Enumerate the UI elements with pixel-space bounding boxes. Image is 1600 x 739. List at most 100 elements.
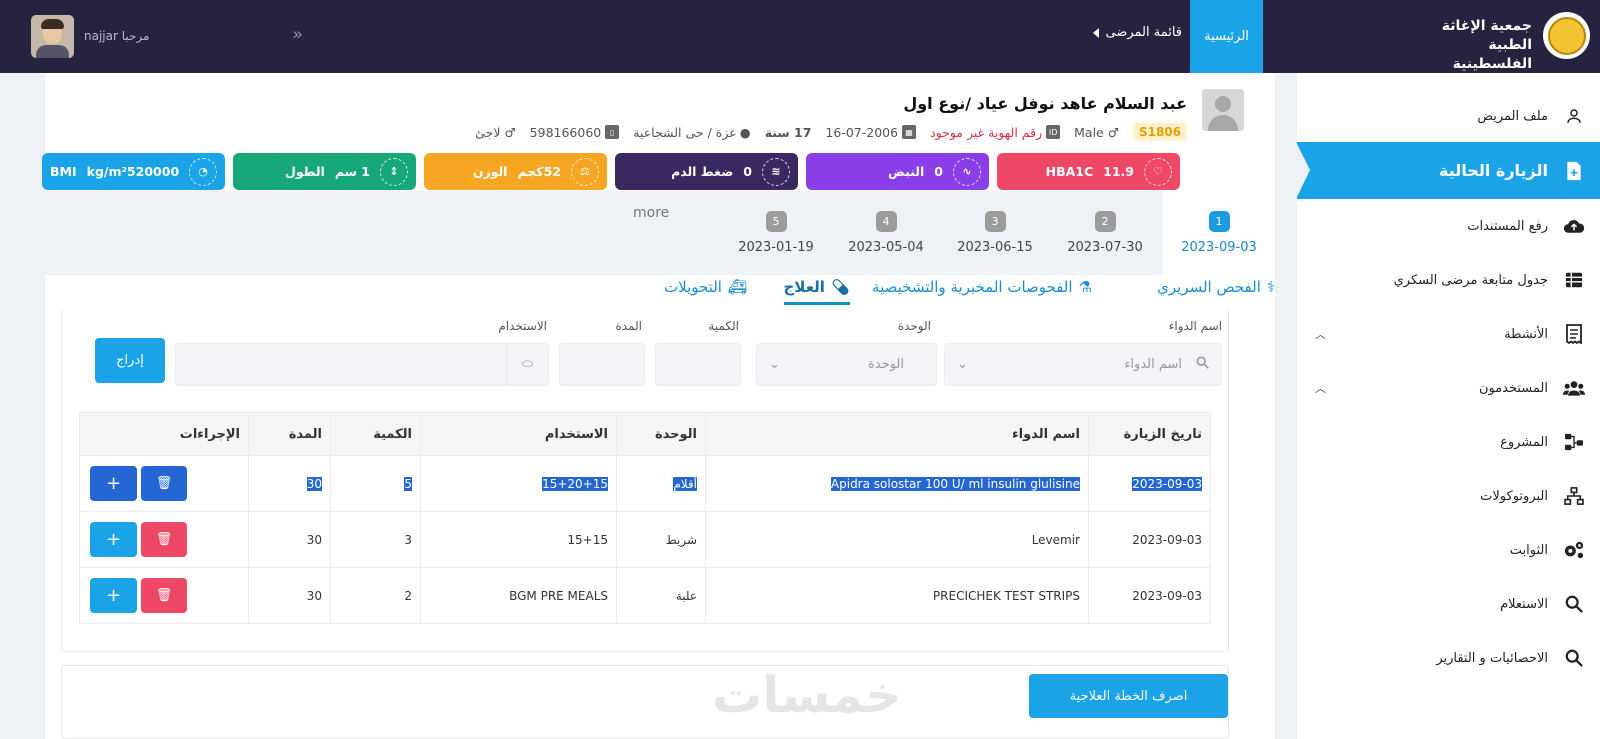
visits-more-link[interactable]: more <box>633 205 669 221</box>
drug-name-select[interactable]: اسم الدواء ⌄ <box>944 343 1222 386</box>
visit-item[interactable]: 3 2023-06-15 <box>939 191 1051 275</box>
id-status-text: رقم الهوية غير موجود <box>930 124 1043 140</box>
vital-hba1c: ♡ 11.9 HBA1C <box>997 153 1180 190</box>
sidebar-item-diabetes-followup[interactable]: جدول متابعة مرضى السكري <box>1297 253 1600 307</box>
sidebar-item-protocols[interactable]: البروتوكولات <box>1297 469 1600 523</box>
height-icon: ↕ <box>380 157 408 186</box>
visit-item[interactable]: 5 2023-01-19 <box>720 191 832 275</box>
watermark: خمسات <box>712 666 902 724</box>
avatar-hair-shape <box>41 19 64 29</box>
add-button[interactable]: + <box>90 578 137 613</box>
patient-name: عبد السلام عاهد نوفل عياد /نوع اول <box>903 94 1187 113</box>
plus-icon: + <box>105 473 122 494</box>
avatar-placeholder-icon <box>1215 96 1231 112</box>
column-header: الإجراءات <box>79 412 249 456</box>
patient-phone: ▯ 598166060 <box>530 125 620 140</box>
delete-button[interactable]: 🗑︎ <box>141 578 187 613</box>
visit-number-badge: 4 <box>875 211 897 232</box>
mobile-icon: ▯ <box>605 125 620 139</box>
vitals-row: ♡ 11.9 HBA1C ∿ 0 النبض ≋ 0 ضغط الدم ⚖ 52… <box>42 153 1180 190</box>
chevron-down-icon: ⌄ <box>769 357 780 372</box>
quantity-label: الكمية <box>708 319 739 333</box>
gears-icon <box>1562 538 1586 562</box>
sidebar-item-activities[interactable]: الأنشطة ︿ <box>1297 307 1600 361</box>
vital-label: BMI <box>50 164 77 179</box>
sidebar-item-constants[interactable]: الثوابت <box>1297 523 1600 577</box>
table-row[interactable]: 2023-09-03 Levemir شريط 15+15 3 30 🗑︎ + <box>79 511 1211 568</box>
treatment-panel: اسم الدواء الوحدة الكمية المدة الاستخدام… <box>61 310 1229 652</box>
add-button[interactable]: + <box>90 522 137 557</box>
tab-referrals[interactable]: 🚑︎ التحويلات <box>664 278 747 302</box>
table-row[interactable]: 2023-09-03 Apidra solostar 100 U/ ml ins… <box>79 455 1211 512</box>
sidebar-item-label: ملف المريض <box>1477 108 1548 124</box>
unit-placeholder: الوحدة <box>868 357 904 372</box>
nodes-icon <box>1562 430 1586 454</box>
top-bar: جمعية الإغاثة الطبية الفلسطينية « الرئيس… <box>0 0 1600 73</box>
insert-button[interactable]: إدراج <box>95 338 165 383</box>
tab-label: التحويلات <box>664 278 722 296</box>
nav-patients-list[interactable]: قائمة المرضى <box>1093 25 1182 40</box>
column-header: الاستخدام <box>420 412 617 456</box>
cell-text: أقلام <box>673 476 697 491</box>
cell-qty: 2 <box>330 567 421 624</box>
tab-clinical-exam[interactable]: ⚕ الفحص السريري <box>1157 278 1275 302</box>
quantity-input[interactable] <box>655 343 741 386</box>
male-icon: ♂ <box>504 124 516 140</box>
file-number-badge: S1806 <box>1132 123 1187 141</box>
dob-text: 16-07-2006 <box>825 124 899 140</box>
patient-info-row: S1806 ♂ Male ID رقم الهوية غير موجود ▦ 16-0… <box>475 123 1187 141</box>
sidebar-item-current-visit[interactable]: الزيارة الحالية <box>1296 142 1600 199</box>
cell-text: 30 <box>306 476 322 491</box>
duration-input[interactable] <box>559 343 645 386</box>
nav-home[interactable]: الرئيسية <box>1190 0 1263 73</box>
org-name-line2: الفلسطينية <box>1452 56 1532 72</box>
chevron-up-icon[interactable]: ︿ <box>1315 326 1326 342</box>
file-plus-icon <box>1562 159 1586 183</box>
unit-select[interactable]: الوحدة ⌄ <box>756 343 937 386</box>
stethoscope-icon: ⚕ <box>1266 278 1275 296</box>
chevron-up-icon[interactable]: ︿ <box>1315 380 1326 396</box>
visits-timeline: 1 2023-09-03 2 2023-07-30 3 2023-06-15 4… <box>45 191 1275 275</box>
collapse-sidebar-icon[interactable]: « <box>292 24 303 45</box>
delete-button[interactable]: 🗑︎ <box>141 466 187 501</box>
plus-icon: + <box>105 585 122 606</box>
table-header-row: تاريخ الزيارة اسم الدواء الوحدة الاستخدا… <box>79 412 1211 456</box>
visit-item[interactable]: 4 2023-05-04 <box>830 191 942 275</box>
cell-unit: أقلام <box>616 455 706 512</box>
visit-date: 2023-05-04 <box>848 240 924 255</box>
vital-height: ↕ 1 سم الطول <box>233 153 416 190</box>
patient-refugee-status: ♂ لاجئ <box>475 125 516 140</box>
sidebar-item-query[interactable]: الاستعلام <box>1297 577 1600 631</box>
patient-location: ● غزة / حى الشجاعية <box>633 125 750 140</box>
visit-date: 2023-01-19 <box>738 240 814 255</box>
usage-input[interactable]: ⬭ <box>175 343 549 386</box>
visit-number-badge: 3 <box>984 211 1006 232</box>
tab-lab-tests[interactable]: ⚗ الفحوصات المخبرية والتشخيصية <box>872 278 1092 302</box>
dispense-treatment-plan-button[interactable]: اصرف الخطة العلاجية <box>1029 674 1228 718</box>
sidebar-item-label: المشروع <box>1500 434 1548 450</box>
pills-icon: ⬭ <box>506 344 548 385</box>
visit-date: 2023-06-15 <box>957 240 1033 255</box>
vital-bmi: ◔ kg/m²520000 BMI <box>42 153 225 190</box>
delete-button[interactable]: 🗑︎ <box>141 522 187 557</box>
user-avatar[interactable] <box>31 15 74 58</box>
column-header: الوحدة <box>616 412 706 456</box>
sidebar-item-statistics[interactable]: الاحصائيات و التقارير <box>1297 631 1600 685</box>
visit-item[interactable]: 2 2023-07-30 <box>1049 191 1161 275</box>
add-button[interactable]: + <box>90 466 137 501</box>
sidebar-item-project[interactable]: المشروع <box>1297 415 1600 469</box>
sidebar-item-users[interactable]: المستخدمون ︿ <box>1297 361 1600 415</box>
sidebar-item-upload-documents[interactable]: رفع المستندات <box>1297 199 1600 253</box>
sidebar: ملف المريض الزيارة الحالية رفع المستندات… <box>1296 73 1600 739</box>
tab-label: الفحوصات المخبرية والتشخيصية <box>872 278 1073 296</box>
refugee-text: لاجئ <box>475 124 501 140</box>
vital-label: النبض <box>888 164 925 179</box>
org-logo[interactable] <box>1543 12 1590 59</box>
table-row[interactable]: 2023-09-03 PRECICHEK TEST STRIPS علبة BG… <box>79 567 1211 624</box>
visit-item[interactable]: 1 2023-09-03 <box>1163 191 1275 275</box>
tab-treatment[interactable]: 💊︎ العلاج <box>783 278 850 305</box>
cell-actions: 🗑︎ + <box>79 567 249 624</box>
sidebar-item-patient-file[interactable]: ملف المريض <box>1297 89 1600 143</box>
cell-usage: 15+20+15 <box>420 455 617 512</box>
sidebar-item-label: المستخدمون <box>1478 380 1548 396</box>
